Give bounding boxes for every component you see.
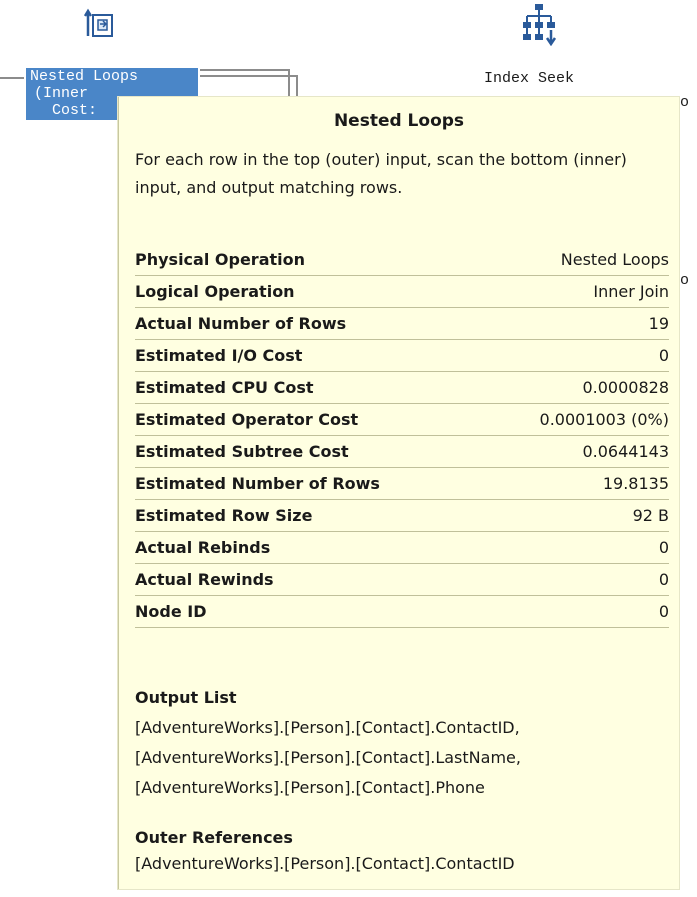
- property-name: Actual Number of Rows: [135, 314, 347, 333]
- output-list-heading: Output List: [135, 688, 237, 707]
- property-value: 0.0001003 (0%): [539, 410, 669, 429]
- property-row: Estimated Row Size 92 B: [135, 500, 669, 532]
- property-value: 19: [648, 314, 669, 333]
- property-name: Estimated Operator Cost: [135, 410, 359, 429]
- property-name: Logical Operation: [135, 282, 295, 301]
- plan-connector: [200, 75, 296, 77]
- output-list-item: [AdventureWorks].[Person].[Contact].Cont…: [135, 718, 520, 737]
- property-value: 0: [658, 602, 669, 621]
- tooltip-description: For each row in the top (outer) input, s…: [135, 150, 627, 197]
- property-row: Estimated CPU Cost 0.0000828: [135, 372, 669, 404]
- tooltip-title: Nested Loops: [333, 111, 465, 131]
- property-value: 0: [658, 346, 669, 365]
- property-row: Actual Rebinds 0: [135, 532, 669, 564]
- property-name: Node ID: [135, 602, 207, 621]
- output-list-item: [AdventureWorks].[Person].[Contact].Phon…: [135, 778, 485, 797]
- plan-connector: [296, 75, 298, 97]
- outer-references-heading: Outer References: [135, 828, 293, 847]
- truncated-label: o: [680, 272, 690, 289]
- property-value: 0.0644143: [582, 442, 669, 461]
- property-name: Actual Rewinds: [135, 570, 274, 589]
- property-row: Actual Number of Rows 19: [135, 308, 669, 340]
- node-cost-label: Cost:: [52, 102, 98, 119]
- plan-connector: [288, 69, 290, 97]
- property-row: Physical Operation Nested Loops: [135, 244, 669, 276]
- property-value: 0: [658, 570, 669, 589]
- property-value: Nested Loops: [560, 250, 669, 269]
- property-row: Node ID 0: [135, 596, 669, 628]
- property-row: Estimated Operator Cost 0.0001003 (0%): [135, 404, 669, 436]
- property-name: Actual Rebinds: [135, 538, 271, 557]
- node-join-label: (Inner: [34, 85, 89, 102]
- property-name: Estimated Number of Rows: [135, 474, 380, 493]
- property-row: Logical Operation Inner Join: [135, 276, 669, 308]
- property-value: 0.0000828: [582, 378, 669, 397]
- property-value: 19.8135: [602, 474, 669, 493]
- properties-table: Physical Operation Nested Loops Logical Op…: [135, 244, 669, 628]
- property-name: Estimated CPU Cost: [135, 378, 314, 397]
- index-seek-label[interactable]: Index Seek: [484, 70, 574, 87]
- index-seek-icon[interactable]: [515, 2, 559, 46]
- property-name: Estimated Row Size: [135, 506, 313, 525]
- property-name: Estimated I/O Cost: [135, 346, 303, 365]
- plan-connector: [200, 69, 288, 71]
- node-name-label: Nested Loops: [30, 68, 139, 85]
- plan-connector: [0, 77, 24, 79]
- outer-reference-item: [AdventureWorks].[Person].[Contact].Cont…: [135, 854, 515, 873]
- nested-loops-icon[interactable]: [84, 6, 118, 40]
- property-name: Estimated Subtree Cost: [135, 442, 349, 461]
- property-value: 92 B: [632, 506, 669, 525]
- property-value: Inner Join: [593, 282, 669, 301]
- property-row: Actual Rewinds 0: [135, 564, 669, 596]
- property-row: Estimated Number of Rows 19.8135: [135, 468, 669, 500]
- outer-references-list: [AdventureWorks].[Person].[Contact].Cont…: [135, 849, 515, 879]
- output-list: [AdventureWorks].[Person].[Contact].Cont…: [135, 713, 521, 803]
- property-row: Estimated I/O Cost 0: [135, 340, 669, 372]
- property-name: Physical Operation: [135, 250, 305, 269]
- output-list-item: [AdventureWorks].[Person].[Contact].Last…: [135, 748, 521, 767]
- property-row: Estimated Subtree Cost 0.0644143: [135, 436, 669, 468]
- truncated-label: o: [680, 94, 690, 111]
- operator-tooltip: Nested Loops For each row in the top (ou…: [118, 97, 679, 889]
- property-value: 0: [658, 538, 669, 557]
